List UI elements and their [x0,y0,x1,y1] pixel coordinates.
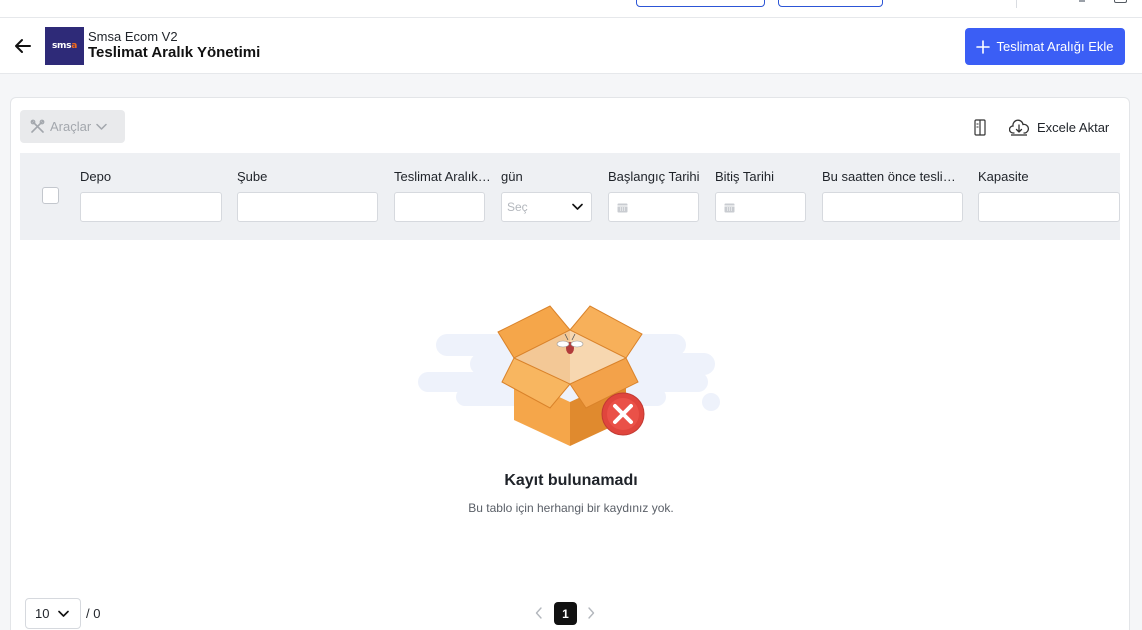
next-page-button[interactable] [583,604,599,622]
filter-depo-input[interactable] [80,192,222,222]
chevron-down-icon [96,123,107,130]
column-header-sube[interactable]: Şube [237,169,377,184]
tools-dropdown-button[interactable]: Araçlar [20,110,125,143]
add-delivery-range-button[interactable]: Teslimat Aralığı Ekle [965,28,1125,65]
top-outline-button[interactable] [636,0,765,7]
column-header-end-date[interactable]: Bitiş Tarihi [715,169,815,184]
column-settings-button[interactable] [971,117,989,137]
column-header-gun[interactable]: gün [501,169,591,184]
chevron-down-icon [572,203,583,210]
arrow-left-icon [15,39,31,53]
page-title: Teslimat Aralık Yönetimi [88,44,261,61]
chevron-right-icon [588,607,595,619]
app-logo: smsa [45,27,84,65]
column-header-depo[interactable]: Depo [80,169,220,184]
app-name: Smsa Ecom V2 [88,29,178,44]
columns-icon [974,118,986,136]
column-header-cutoff[interactable]: Bu saatten önce tesli… [822,169,964,184]
filter-cutoff-input[interactable] [822,192,963,222]
tools-icon [30,119,45,133]
page-size-value: 10 [35,606,50,621]
filter-start-date-input[interactable] [608,192,699,222]
page-size-select[interactable]: 10 [25,598,81,629]
empty-state-description: Bu tablo için herhangi bir kaydınız yok. [468,501,674,515]
prev-page-button[interactable] [531,604,547,622]
user-icon[interactable] [1079,0,1085,2]
filter-gun-select[interactable]: Seç [501,192,592,222]
calendar-icon [617,203,628,212]
add-button-label: Teslimat Aralığı Ekle [996,39,1114,54]
menu-icon[interactable] [1114,0,1127,3]
top-outline-button[interactable] [778,0,883,7]
back-button[interactable] [12,35,34,57]
select-all-checkbox[interactable] [42,187,59,204]
export-excel-button[interactable]: Excele Aktar [1009,115,1109,139]
divider [1016,0,1017,8]
top-strip [0,0,1142,18]
column-header-delivery-range[interactable]: Teslimat Aralık… [394,169,498,184]
column-header-capacity[interactable]: Kapasite [978,169,1118,184]
filter-sube-input[interactable] [237,192,378,222]
excel-label: Excele Aktar [1037,119,1110,135]
current-page-button[interactable]: 1 [554,602,577,625]
page-header: smsa Smsa Ecom V2 Teslimat Aralık Yöneti… [0,18,1142,74]
calendar-icon [724,203,735,212]
empty-state-title: Kayıt bulunamadı [504,472,638,489]
tools-label: Araçlar [50,119,92,134]
chevron-left-icon [535,607,542,619]
column-header-start-date[interactable]: Başlangıç Tarihi [608,169,713,184]
empty-box-illustration [418,305,720,446]
total-count: / 0 [86,606,101,621]
filter-capacity-input[interactable] [978,192,1120,222]
filter-end-date-input[interactable] [715,192,806,222]
download-cloud-icon [1009,119,1029,136]
chevron-down-icon [58,610,70,617]
filter-delivery-range-input[interactable] [394,192,485,222]
select-placeholder: Seç [507,200,528,214]
plus-icon [976,39,991,54]
